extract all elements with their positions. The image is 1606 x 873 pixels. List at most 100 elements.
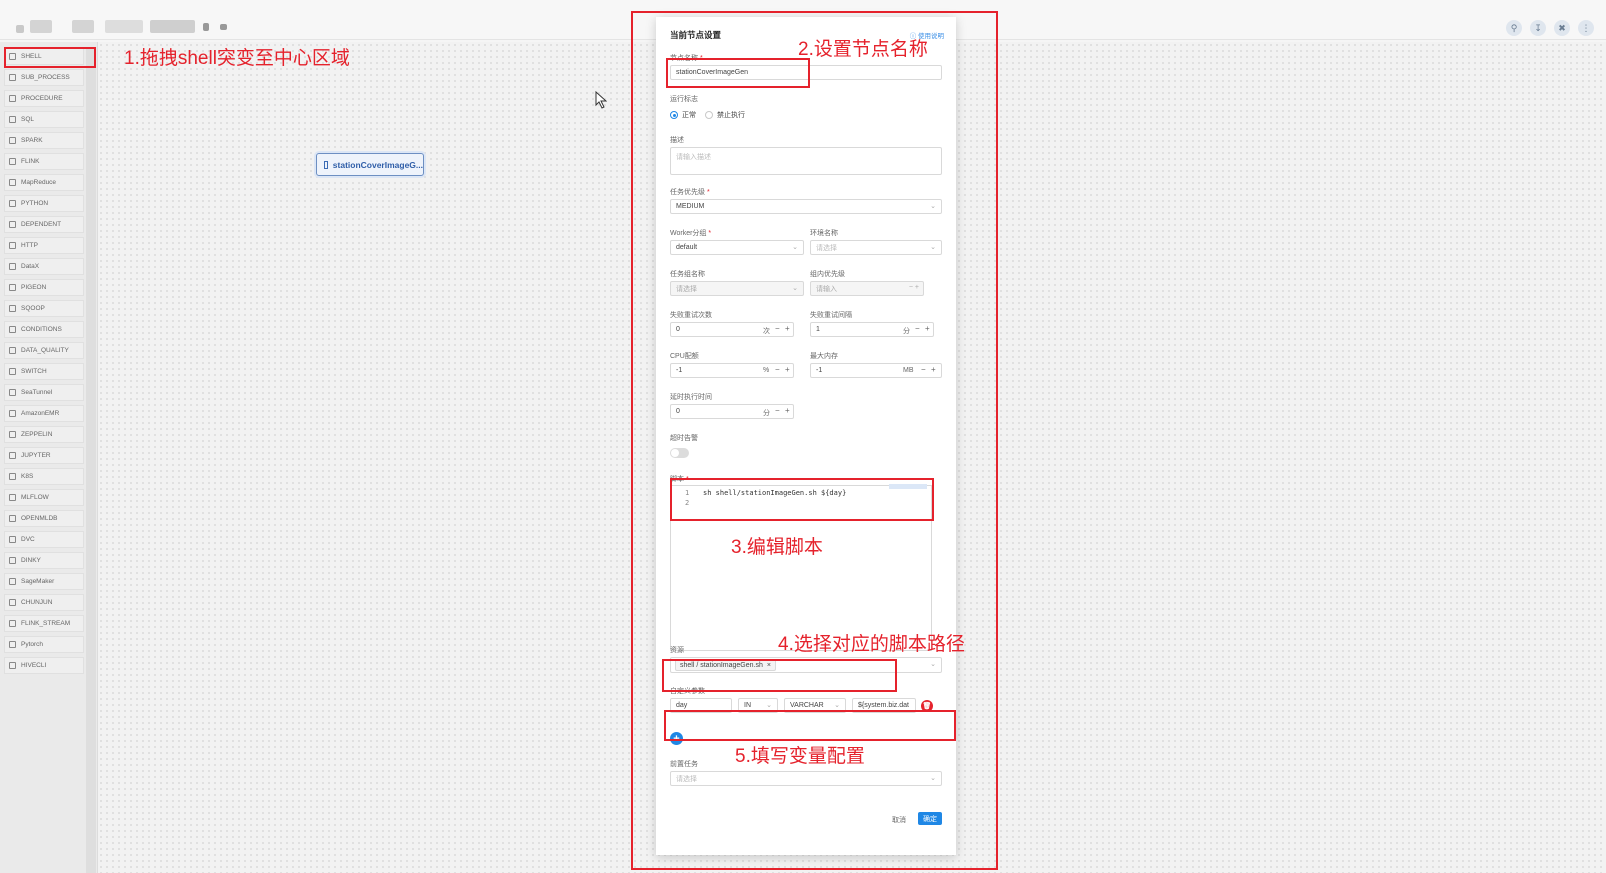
sidebar-item-label: ZEPPELIN	[21, 431, 53, 438]
sidebar-item-label: MLFLOW	[21, 494, 49, 501]
mlflow-icon	[9, 494, 16, 501]
pytorch-icon	[9, 641, 16, 648]
sidebar-item-label: DINKY	[21, 557, 41, 564]
sidebar-item-http[interactable]: HTTP	[4, 237, 84, 254]
task-node[interactable]: stationCoverImageG...	[316, 153, 424, 176]
sidebar-item-flink[interactable]: FLINK	[4, 153, 84, 170]
sub-process-icon	[9, 74, 16, 81]
k8s-icon	[9, 473, 16, 480]
pigeon-icon	[9, 284, 16, 291]
sidebar-item-label: SPARK	[21, 137, 43, 144]
sidebar-item-label: HIVECLI	[21, 662, 47, 669]
zeppelin-icon	[9, 431, 16, 438]
spark-icon	[9, 137, 16, 144]
copy-icon[interactable]	[203, 23, 209, 31]
annotation-step2: 2.设置节点名称	[798, 39, 928, 60]
annotation-box-step4	[662, 659, 897, 692]
task-type-list: SHELL SUB_PROCESS PROCEDURE SQL SPARK FLINK Ma…	[4, 48, 84, 678]
mouse-cursor-icon	[595, 90, 608, 114]
sidebar-item-label: SUB_PROCESS	[21, 74, 70, 81]
amazonemr-icon	[9, 410, 16, 417]
sidebar-item-label: JUPYTER	[21, 452, 51, 459]
annotation-step3: 3.编辑脚本	[731, 537, 823, 558]
sidebar-item-procedure[interactable]: PROCEDURE	[4, 90, 84, 107]
annotation-box-step5	[664, 710, 956, 741]
sidebar-item-label: PYTHON	[21, 200, 49, 207]
sidebar-item-label: DataX	[21, 263, 40, 270]
sidebar-item-label: DEPENDENT	[21, 221, 62, 228]
sidebar-item-seatunnel[interactable]: SeaTunnel	[4, 384, 84, 401]
sidebar-item-label: DVC	[21, 536, 35, 543]
switch-icon	[9, 368, 16, 375]
sidebar-item-label: CHUNJUN	[21, 599, 53, 606]
sidebar-item-sqoop[interactable]: SQOOP	[4, 300, 84, 317]
sidebar-item-hivecli[interactable]: HIVECLI	[4, 657, 84, 674]
sidebar-item-mapreduce[interactable]: MapReduce	[4, 174, 84, 191]
more-icon[interactable]: ⋮	[1578, 20, 1594, 36]
annotation-box-step3	[670, 478, 934, 521]
sql-icon	[9, 116, 16, 123]
blurred-breadcrumb	[150, 20, 195, 33]
sidebar-item-data-quality[interactable]: DATA_QUALITY	[4, 342, 84, 359]
shell-icon	[324, 160, 328, 169]
sidebar-item-pigeon[interactable]: PIGEON	[4, 279, 84, 296]
sidebar-item-dvc[interactable]: DVC	[4, 531, 84, 548]
blurred-breadcrumb	[16, 25, 24, 33]
task-node-label: stationCoverImageG...	[332, 159, 423, 170]
data-quality-icon	[9, 347, 16, 354]
sidebar-item-label: SQOOP	[21, 305, 45, 312]
sidebar-item-label: SeaTunnel	[21, 389, 53, 396]
sqoop-icon	[9, 305, 16, 312]
sidebar-scrollbar[interactable]	[86, 48, 96, 873]
sidebar-item-sql[interactable]: SQL	[4, 111, 84, 128]
sidebar-item-label: SQL	[21, 116, 35, 123]
blurred-breadcrumb	[30, 20, 52, 33]
annotation-box-step2	[666, 58, 810, 88]
http-icon	[9, 242, 16, 249]
sidebar-item-mlflow[interactable]: MLFLOW	[4, 489, 84, 506]
sidebar-item-openmldb[interactable]: OPENMLDB	[4, 510, 84, 527]
python-icon	[9, 200, 16, 207]
hivecli-icon	[9, 662, 16, 669]
procedure-icon	[9, 95, 16, 102]
chunjun-icon	[9, 599, 16, 606]
sidebar-item-switch[interactable]: SWITCH	[4, 363, 84, 380]
sidebar-item-sub-process[interactable]: SUB_PROCESS	[4, 69, 84, 86]
download-icon[interactable]: ↧	[1530, 20, 1546, 36]
sidebar-item-conditions[interactable]: CONDITIONS	[4, 321, 84, 338]
sidebar-item-label: HTTP	[21, 242, 38, 249]
sidebar-item-dependent[interactable]: DEPENDENT	[4, 216, 84, 233]
sidebar-item-zeppelin[interactable]: ZEPPELIN	[4, 426, 84, 443]
search-icon[interactable]: ⚲	[1506, 20, 1522, 36]
sidebar-item-pytorch[interactable]: Pytorch	[4, 636, 84, 653]
task-type-sidebar: SHELL SUB_PROCESS PROCEDURE SQL SPARK FLINK Ma…	[0, 42, 98, 873]
jupyter-icon	[9, 452, 16, 459]
annotation-step4: 4.选择对应的脚本路径	[778, 634, 965, 655]
dependent-icon	[9, 221, 16, 228]
sidebar-item-label: PIGEON	[21, 284, 47, 291]
sidebar-item-datax[interactable]: DataX	[4, 258, 84, 275]
delete-icon[interactable]: ✖	[1554, 20, 1570, 36]
sidebar-item-flink-stream[interactable]: FLINK_STREAM	[4, 615, 84, 632]
sidebar-item-amazonemr[interactable]: AmazonEMR	[4, 405, 84, 422]
annotation-box-step1	[4, 47, 96, 68]
dvc-icon	[9, 536, 16, 543]
sidebar-item-sagemaker[interactable]: SageMaker	[4, 573, 84, 590]
edit-icon[interactable]	[220, 24, 227, 30]
mapreduce-icon	[9, 179, 16, 186]
sidebar-item-python[interactable]: PYTHON	[4, 195, 84, 212]
sagemaker-icon	[9, 578, 16, 585]
sidebar-item-label: OPENMLDB	[21, 515, 58, 522]
annotation-step1: 1.拖拽shell突变至中心区域	[124, 48, 350, 69]
sidebar-item-label: PROCEDURE	[21, 95, 63, 102]
sidebar-item-label: DATA_QUALITY	[21, 347, 69, 354]
sidebar-item-chunjun[interactable]: CHUNJUN	[4, 594, 84, 611]
sidebar-item-jupyter[interactable]: JUPYTER	[4, 447, 84, 464]
sidebar-item-dinky[interactable]: DINKY	[4, 552, 84, 569]
sidebar-item-label: K8S	[21, 473, 34, 480]
sidebar-item-label: SageMaker	[21, 578, 55, 585]
sidebar-item-k8s[interactable]: K8S	[4, 468, 84, 485]
flink-icon	[9, 158, 16, 165]
sidebar-item-label: AmazonEMR	[21, 410, 60, 417]
sidebar-item-spark[interactable]: SPARK	[4, 132, 84, 149]
